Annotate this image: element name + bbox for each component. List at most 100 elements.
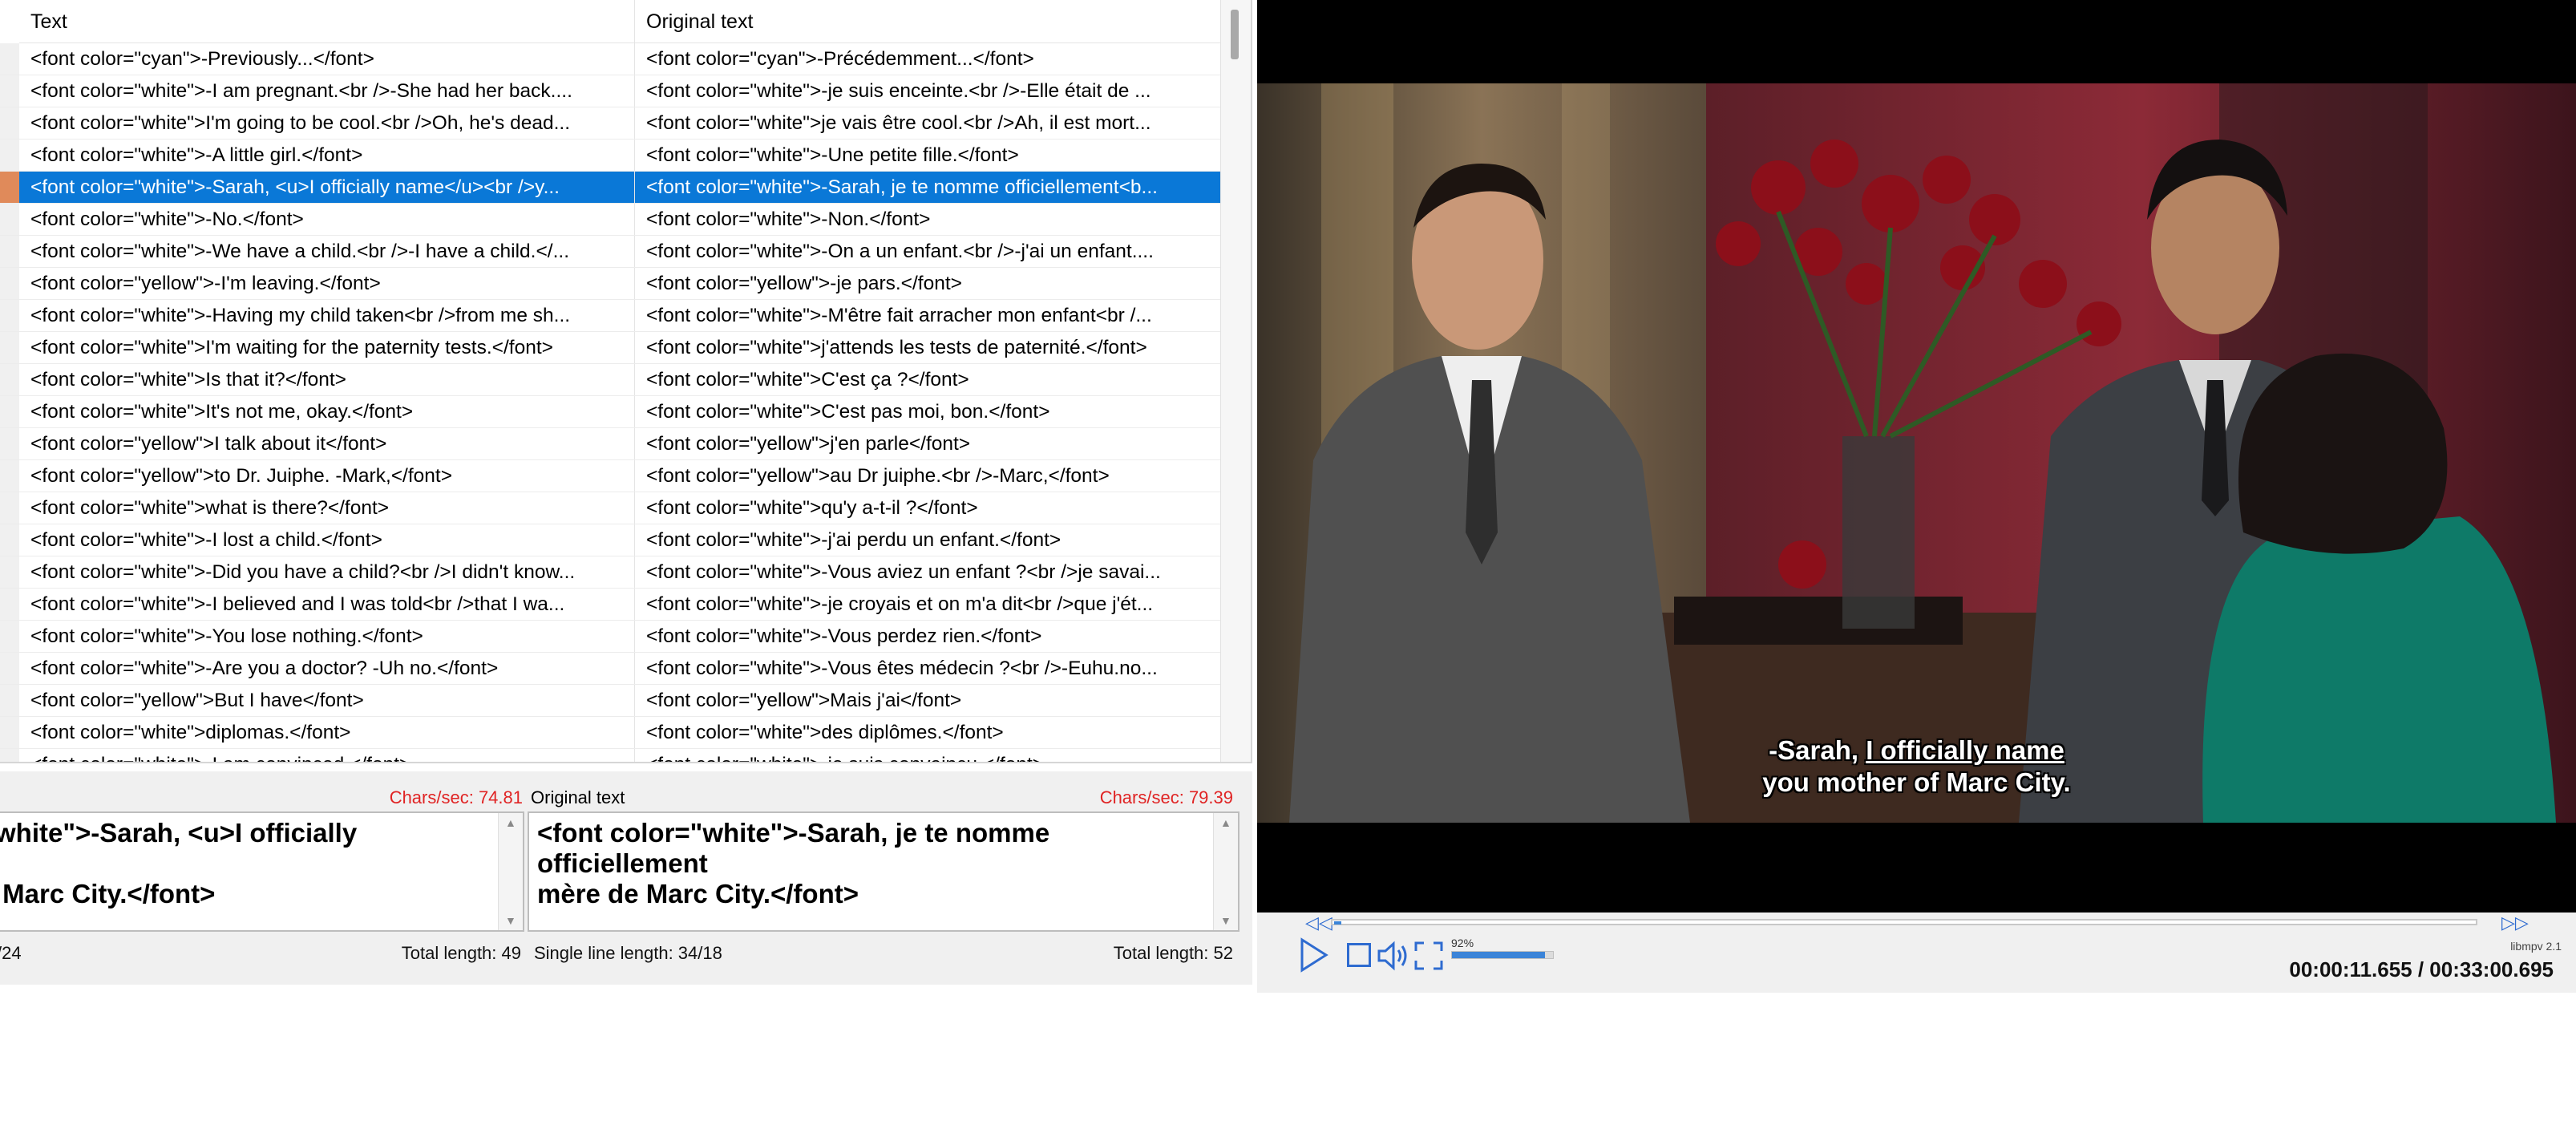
original-text-edit-content[interactable]: <font color="white">-Sarah, je te nomme …	[537, 818, 1206, 909]
cell-original-text[interactable]: <font color="white">-je suis enceinte.<b…	[635, 75, 1220, 107]
volume-slider[interactable]	[1451, 951, 1554, 959]
cell-original-text[interactable]: <font color="white">-je suis convaincu.<…	[635, 749, 1220, 762]
time-display: 00:00:11.655 / 00:33:00.695	[2289, 957, 2554, 981]
table-row[interactable]: <font color="white">-A little girl.</fon…	[0, 140, 1220, 172]
cell-text[interactable]: <font color="yellow">-I'm leaving.</font…	[19, 268, 635, 299]
column-header-original-text[interactable]: Original text	[635, 0, 1220, 43]
table-row[interactable]: <font color="white">-Are you a doctor? -…	[0, 653, 1220, 685]
stop-icon[interactable]	[1347, 943, 1371, 967]
text-edit-box[interactable]: white">-Sarah, <u>I officially Marc City…	[0, 811, 524, 932]
subtitle-grid[interactable]: Text Original text <font color="cyan">-P…	[0, 0, 1252, 763]
table-row[interactable]: <font color="white">-I believed and I wa…	[0, 589, 1220, 621]
cell-original-text[interactable]: <font color="white">des diplômes.</font>	[635, 717, 1220, 748]
scroll-down-icon[interactable]: ▼	[505, 914, 516, 927]
cell-text[interactable]: <font color="white">-I believed and I wa…	[19, 589, 635, 620]
fullscreen-icon[interactable]	[1413, 940, 1445, 972]
original-text-edit-box[interactable]: <font color="white">-Sarah, je te nomme …	[528, 811, 1239, 932]
scroll-down-icon[interactable]: ▼	[1220, 914, 1231, 927]
cell-original-text[interactable]: <font color="white">-j'ai perdu un enfan…	[635, 524, 1220, 556]
table-row[interactable]: <font color="white">-I am convinced.</fo…	[0, 749, 1220, 762]
table-row[interactable]: <font color="yellow">I talk about it</fo…	[0, 428, 1220, 460]
row-marker	[0, 717, 19, 748]
previous-subtitle-icon[interactable]: ◁◁	[1305, 913, 1332, 933]
cell-text[interactable]: <font color="white">-Are you a doctor? -…	[19, 653, 635, 684]
row-marker	[0, 653, 19, 684]
cell-original-text[interactable]: <font color="white">-Une petite fille.</…	[635, 140, 1220, 171]
cell-original-text[interactable]: <font color="white">-je croyais et on m'…	[635, 589, 1220, 620]
cell-original-text[interactable]: <font color="yellow">Mais j'ai</font>	[635, 685, 1220, 716]
table-row[interactable]: <font color="white">-No.</font> <font col…	[0, 204, 1220, 236]
row-marker	[0, 43, 19, 75]
table-row[interactable]: <font color="white">-Sarah, <u>I officia…	[0, 172, 1220, 204]
cell-text[interactable]: <font color="cyan">-Previously...</font>	[19, 43, 635, 75]
original-edit-scrollbar[interactable]: ▲ ▼	[1213, 813, 1238, 930]
table-row[interactable]: <font color="cyan">-Previously...</font>…	[0, 43, 1220, 75]
table-row[interactable]: <font color="white">-Having my child tak…	[0, 300, 1220, 332]
table-row[interactable]: <font color="white">-Did you have a chil…	[0, 556, 1220, 589]
table-row[interactable]: <font color="white">what is there?</font…	[0, 492, 1220, 524]
table-row[interactable]: <font color="white">-I am pregnant.<br /…	[0, 75, 1220, 107]
grid-vertical-scrollbar[interactable]	[1220, 0, 1251, 762]
cell-text[interactable]: <font color="white">It's not me, okay.</…	[19, 396, 635, 427]
cell-text[interactable]: <font color="yellow">to Dr. Juiphe. -Mar…	[19, 460, 635, 492]
cell-original-text[interactable]: <font color="white">j'attends les tests …	[635, 332, 1220, 363]
text-total-length: Total length: 49	[401, 943, 521, 963]
cell-original-text[interactable]: <font color="cyan">-Précédemment...</fon…	[635, 43, 1220, 75]
cell-text[interactable]: <font color="white">Is that it?</font>	[19, 364, 635, 395]
cell-original-text[interactable]: <font color="white">-Non.</font>	[635, 204, 1220, 235]
cell-original-text[interactable]: <font color="yellow">au Dr juiphe.<br />…	[635, 460, 1220, 492]
table-row[interactable]: <font color="yellow">-I'm leaving.</font…	[0, 268, 1220, 300]
table-row[interactable]: <font color="white">-You lose nothing.</…	[0, 621, 1220, 653]
cell-text[interactable]: <font color="white">what is there?</font…	[19, 492, 635, 524]
cell-original-text[interactable]: <font color="white">-Sarah, je te nomme …	[635, 172, 1220, 203]
cell-original-text[interactable]: <font color="white">-Vous êtes médecin ?…	[635, 653, 1220, 684]
cell-text[interactable]: <font color="white">-I lost a child.</fo…	[19, 524, 635, 556]
cell-original-text[interactable]: <font color="white">C'est ça ?</font>	[635, 364, 1220, 395]
text-edit-scrollbar[interactable]: ▲ ▼	[498, 813, 523, 930]
cell-text[interactable]: <font color="white">-You lose nothing.</…	[19, 621, 635, 652]
cell-text[interactable]: <font color="white">-Did you have a chil…	[19, 556, 635, 588]
original-text-label: Original text	[531, 787, 625, 807]
cell-original-text[interactable]: <font color="white">-M'être fait arrache…	[635, 300, 1220, 331]
row-marker	[0, 396, 19, 427]
cell-text[interactable]: <font color="yellow">I talk about it</fo…	[19, 428, 635, 459]
table-row[interactable]: <font color="white">-We have a child.<br…	[0, 236, 1220, 268]
video-player[interactable]: -Sarah, I officially name you mother of …	[1257, 0, 2576, 913]
cell-original-text[interactable]: <font color="yellow">-je pars.</font>	[635, 268, 1220, 299]
column-header-text[interactable]: Text	[19, 0, 635, 43]
scroll-up-icon[interactable]: ▲	[1220, 816, 1231, 829]
table-row[interactable]: <font color="yellow">to Dr. Juiphe. -Mar…	[0, 460, 1220, 492]
cell-text[interactable]: <font color="white">diplomas.</font>	[19, 717, 635, 748]
table-row[interactable]: <font color="white">I'm going to be cool…	[0, 107, 1220, 140]
cell-original-text[interactable]: <font color="white">-Vous perdez rien.</…	[635, 621, 1220, 652]
cell-text[interactable]: <font color="white">I'm going to be cool…	[19, 107, 635, 139]
play-icon[interactable]	[1297, 937, 1329, 973]
cell-original-text[interactable]: <font color="white">-Vous aviez un enfan…	[635, 556, 1220, 588]
next-subtitle-icon[interactable]: ▷▷	[2501, 913, 2529, 933]
cell-original-text[interactable]: <font color="white">je vais être cool.<b…	[635, 107, 1220, 139]
cell-original-text[interactable]: <font color="white">C'est pas moi, bon.<…	[635, 396, 1220, 427]
cell-original-text[interactable]: <font color="yellow">j'en parle</font>	[635, 428, 1220, 459]
cell-text[interactable]: <font color="white">-I am convinced.</fo…	[19, 749, 635, 762]
cell-text[interactable]: <font color="yellow">But I have</font>	[19, 685, 635, 716]
cell-original-text[interactable]: <font color="white">qu'y a-t-il ?</font>	[635, 492, 1220, 524]
table-row[interactable]: <font color="white">Is that it?</font> <f…	[0, 364, 1220, 396]
volume-icon[interactable]	[1376, 940, 1411, 972]
cell-text[interactable]: <font color="white">-A little girl.</fon…	[19, 140, 635, 171]
table-row[interactable]: <font color="yellow">But I have</font> <f…	[0, 685, 1220, 717]
table-row[interactable]: <font color="white">diplomas.</font> <fon…	[0, 717, 1220, 749]
cell-original-text[interactable]: <font color="white">-On a un enfant.<br …	[635, 236, 1220, 267]
seek-bar[interactable]	[1331, 919, 2477, 925]
table-row[interactable]: <font color="white">I'm waiting for the …	[0, 332, 1220, 364]
cell-text[interactable]: <font color="white">-Having my child tak…	[19, 300, 635, 331]
cell-text[interactable]: <font color="white">-Sarah, <u>I officia…	[19, 172, 635, 203]
cell-text[interactable]: <font color="white">-I am pregnant.<br /…	[19, 75, 635, 107]
cell-text[interactable]: <font color="white">-No.</font>	[19, 204, 635, 235]
table-row[interactable]: <font color="white">It's not me, okay.</…	[0, 396, 1220, 428]
text-edit-content[interactable]: white">-Sarah, <u>I officially Marc City…	[0, 818, 491, 909]
cell-text[interactable]: <font color="white">-We have a child.<br…	[19, 236, 635, 267]
scroll-up-icon[interactable]: ▲	[505, 816, 516, 829]
table-row[interactable]: <font color="white">-I lost a child.</fo…	[0, 524, 1220, 556]
cell-text[interactable]: <font color="white">I'm waiting for the …	[19, 332, 635, 363]
grid-scroll-thumb[interactable]	[1231, 10, 1239, 59]
